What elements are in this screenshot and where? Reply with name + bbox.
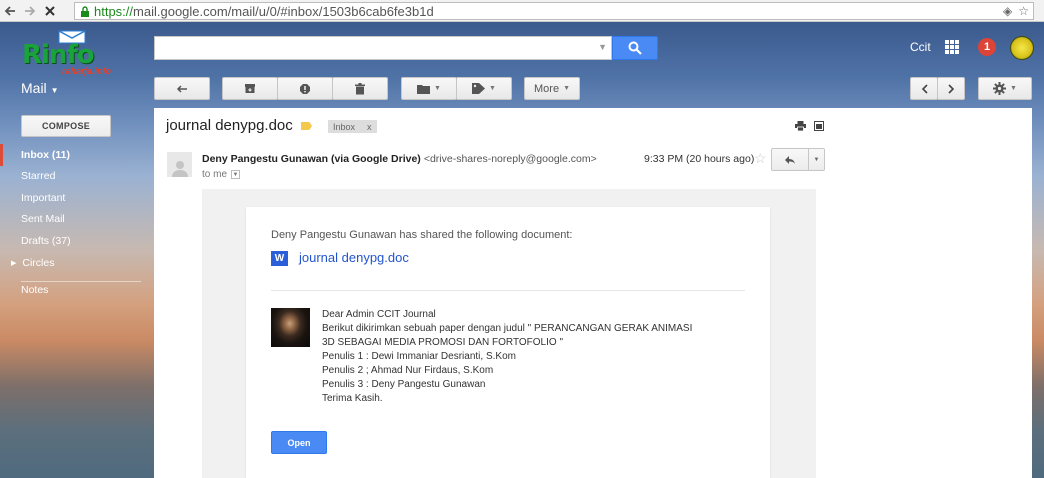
sidebar-item-drafts[interactable]: Drafts (37)	[0, 230, 154, 252]
reply-button[interactable]	[771, 148, 809, 171]
extension-icon[interactable]: ◈	[1003, 4, 1012, 18]
lock-icon	[79, 5, 91, 17]
sidebar-item-circles[interactable]: ▶ Circles	[0, 252, 154, 274]
print-icon[interactable]	[795, 121, 806, 131]
importance-marker-icon[interactable]	[301, 122, 312, 130]
star-icon[interactable]: ☆	[754, 150, 767, 167]
sender-email: <drive-shares-noreply@google.com>	[423, 153, 597, 165]
report-spam-icon	[300, 83, 310, 94]
reply-icon	[785, 155, 795, 164]
message-line: Terima Kasih.	[322, 393, 383, 404]
sidebar-item-important[interactable]: Important	[0, 187, 154, 209]
chevron-right-icon	[947, 83, 954, 94]
compose-button[interactable]: COMPOSE	[21, 115, 111, 137]
card-divider	[271, 290, 745, 291]
browser-toolbar: https://mail.google.com/mail/u/0/#inbox/…	[0, 0, 1044, 22]
sender-name[interactable]: Deny Pangestu Gunawan (via Google Drive)	[202, 153, 421, 165]
stop-icon[interactable]	[40, 1, 60, 21]
archive-button[interactable]	[222, 77, 278, 100]
account-name[interactable]: Ccit	[910, 40, 931, 54]
back-arrow-icon	[176, 84, 187, 93]
older-button[interactable]	[937, 77, 965, 100]
chevron-down-icon: ▼	[50, 86, 59, 95]
person-silhouette-icon	[171, 161, 188, 177]
document-link[interactable]: journal denypg.doc	[299, 250, 409, 265]
sidebar-item-label: Sent Mail	[21, 213, 65, 225]
remove-label-button[interactable]: x	[367, 122, 372, 132]
back-to-inbox-button[interactable]	[154, 77, 210, 100]
chip-label: Inbox	[333, 121, 356, 132]
sidebar-item-label: Starred	[21, 170, 56, 182]
search-options-icon[interactable]: ▼	[598, 42, 607, 52]
drive-share-card: Deny Pangestu Gunawan has shared the fol…	[246, 207, 770, 478]
message-actions	[795, 121, 824, 131]
move-to-button[interactable]: ▼	[401, 77, 457, 100]
apps-grid-icon[interactable]	[945, 40, 959, 54]
sidebar-item-notes[interactable]: Notes	[0, 279, 154, 301]
sidebar-item-label: Notes	[21, 284, 49, 296]
trash-icon	[355, 82, 365, 94]
sidebar-item-sent-mail[interactable]: Sent Mail	[0, 208, 154, 230]
forward-arrow-icon[interactable]	[20, 1, 40, 21]
gear-icon	[993, 82, 1007, 95]
message-line: 3D SEBAGAI MEDIA PROMOSI DAN FORTOFOLIO …	[322, 337, 564, 348]
message-more-button[interactable]: ▼	[808, 148, 825, 171]
sidebar-item-label: Inbox (11)	[21, 149, 71, 161]
newer-button[interactable]	[910, 77, 938, 100]
logo-subtext: raharja.info	[62, 66, 112, 76]
labels-button[interactable]: ▼	[456, 77, 512, 100]
more-label: More	[534, 82, 560, 95]
message-line: Berikut dikirimkan sebuah paper dengan j…	[322, 323, 693, 334]
bookmark-star-icon[interactable]: ☆	[1018, 4, 1029, 18]
sharer-photo	[271, 308, 310, 347]
sender-avatar[interactable]	[167, 152, 192, 177]
sidebar-item-label: Drafts (37)	[21, 235, 71, 247]
sender-line: Deny Pangestu Gunawan (via Google Drive)…	[202, 153, 597, 165]
search-input[interactable]: ▼	[154, 36, 612, 60]
tag-icon	[472, 83, 486, 94]
delete-button[interactable]	[332, 77, 388, 100]
mail-app-switcher[interactable]: Mail ▼	[21, 80, 58, 96]
message-subject: journal denypg.doc	[166, 117, 293, 134]
expand-triangle-icon[interactable]: ▶	[11, 259, 16, 267]
folder-icon	[417, 84, 431, 94]
sidebar-item-label: Circles	[22, 257, 55, 269]
account-avatar[interactable]	[1010, 36, 1034, 60]
inbox-label-chip: Inbox x	[328, 120, 377, 133]
word-doc-icon: W	[271, 251, 288, 266]
report-spam-button[interactable]	[277, 77, 333, 100]
show-details-icon[interactable]: ▼	[231, 170, 241, 179]
address-bar[interactable]: https://mail.google.com/mail/u/0/#inbox/…	[74, 2, 1034, 20]
back-arrow-icon[interactable]	[0, 1, 20, 21]
message-line: Penulis 3 : Deny Pangestu Gunawan	[322, 379, 486, 390]
share-notice: Deny Pangestu Gunawan has shared the fol…	[271, 229, 573, 241]
settings-button[interactable]: ▼	[978, 77, 1032, 100]
more-actions-button[interactable]: More ▼	[524, 77, 580, 100]
chevron-left-icon	[921, 83, 928, 94]
sidebar-item-inbox[interactable]: Inbox (11)	[0, 144, 154, 166]
open-document-button[interactable]: Open	[271, 431, 327, 454]
new-window-icon[interactable]	[814, 121, 824, 131]
search-button[interactable]	[612, 36, 658, 60]
url-path: mail.google.com/mail/u/0/#inbox/1503b6ca…	[133, 3, 434, 19]
message-view: journal denypg.doc Inbox x Deny Pangestu…	[154, 108, 1032, 478]
message-line: Penulis 2 ; Ahmad Nur Firdaus, S.Kom	[322, 365, 494, 376]
recipient-label: to me	[202, 169, 228, 180]
share-message: Dear Admin CCIT Journal Berikut dikirimka…	[322, 308, 692, 406]
app-logo[interactable]: Rinfo raharja.info	[18, 28, 138, 76]
notification-badge[interactable]: 1	[978, 38, 996, 56]
archive-icon	[245, 84, 255, 93]
sidebar-item-label: Important	[21, 192, 66, 204]
sidebar-item-starred[interactable]: Starred	[0, 165, 154, 187]
message-time: 9:33 PM (20 hours ago)	[644, 153, 755, 165]
recipient-line: to me ▼	[202, 169, 241, 180]
mail-label: Mail	[21, 80, 47, 96]
message-line: Dear Admin CCIT Journal	[322, 309, 436, 320]
url-scheme: https://	[94, 3, 134, 19]
search-icon	[628, 41, 642, 55]
message-line: Penulis 1 : Dewi Immaniar Desrianti, S.K…	[322, 351, 516, 362]
